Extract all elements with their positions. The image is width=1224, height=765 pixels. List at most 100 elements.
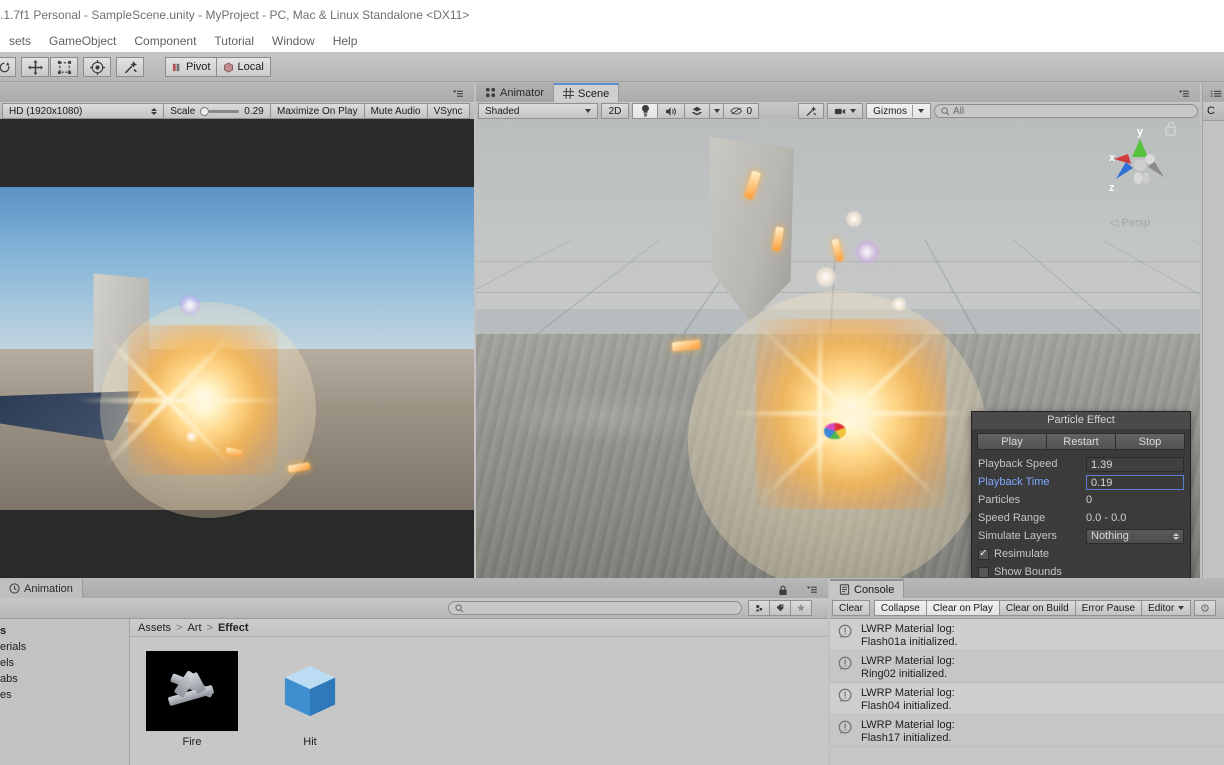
projection-mode-label: ◁ Persp bbox=[1110, 217, 1151, 229]
unity-editor-window: .1.7f1 Personal - SampleScene.unity - My… bbox=[0, 0, 1224, 765]
gizmo-z-label: z bbox=[1109, 182, 1115, 194]
console-clear-on-build-toggle[interactable]: Clear on Build bbox=[998, 600, 1076, 616]
console-clear-on-play-toggle[interactable]: Clear on Play bbox=[925, 600, 1000, 616]
vsync-toggle[interactable]: VSync bbox=[426, 103, 470, 119]
scene-panel-menu-icon[interactable] bbox=[1170, 86, 1196, 102]
show-bounds-row[interactable]: Show Bounds bbox=[972, 563, 1190, 578]
toggle-2d-button[interactable]: 2D bbox=[601, 103, 629, 119]
right-panel-menu-icon[interactable] bbox=[1204, 86, 1224, 102]
camera-icon[interactable] bbox=[827, 103, 864, 119]
menu-item-gameobject[interactable]: GameObject bbox=[40, 32, 125, 50]
asset-item-fire[interactable]: Fire bbox=[144, 651, 240, 748]
pivot-toggle[interactable]: Pivot bbox=[165, 57, 218, 77]
simulate-layers-row: Simulate Layers Nothing bbox=[972, 527, 1190, 545]
game-sparkle-purple bbox=[179, 294, 201, 316]
menu-item-help[interactable]: Help bbox=[324, 32, 367, 50]
scale-slider[interactable]: Scale 0.29 bbox=[163, 103, 271, 119]
project-content-area: Assets > Art > Effect Fire Hit bbox=[130, 619, 828, 765]
breadcrumb-art[interactable]: Art bbox=[187, 622, 201, 634]
project-lock-icon[interactable] bbox=[772, 582, 794, 598]
console-log-list[interactable]: LWRP Material log: Flash01a initialized.… bbox=[830, 619, 1224, 765]
tree-item-scenes[interactable]: es bbox=[0, 687, 129, 703]
game-panel-menu-icon[interactable] bbox=[444, 86, 470, 102]
handle-space-toggle[interactable]: Local bbox=[217, 57, 271, 77]
draw-mode-dropdown[interactable]: Shaded bbox=[478, 103, 598, 119]
scene-render-area[interactable]: y x z ◁ Persp Particle Effect Play Resta… bbox=[476, 119, 1200, 578]
asset-label-fire: Fire bbox=[182, 736, 202, 748]
project-search-input[interactable] bbox=[448, 601, 742, 615]
right-panel-tab-row bbox=[1203, 82, 1224, 102]
playback-speed-input[interactable]: 1.39 bbox=[1086, 456, 1184, 472]
breadcrumb-assets[interactable]: Assets bbox=[138, 622, 171, 634]
console-log-row[interactable]: LWRP Material log: Flash17 initialized. bbox=[830, 715, 1224, 747]
tree-item-materials[interactable]: erials bbox=[0, 639, 129, 655]
resimulate-label: Resimulate bbox=[994, 548, 1050, 560]
console-log-row[interactable]: LWRP Material log: Flash01a initialized. bbox=[830, 619, 1224, 651]
hidden-objects-toggle[interactable]: 0 bbox=[723, 103, 759, 119]
show-bounds-checkbox[interactable] bbox=[978, 566, 989, 578]
custom-tool-button[interactable] bbox=[116, 57, 144, 77]
gizmo-x-label: x bbox=[1109, 152, 1116, 164]
move-tool-button[interactable] bbox=[21, 57, 49, 77]
asset-filter-icon[interactable] bbox=[748, 600, 770, 616]
scene-orientation-gizmo[interactable]: y x z ◁ Persp bbox=[1092, 121, 1188, 229]
game-ray-h bbox=[78, 398, 284, 403]
scale-value: 0.29 bbox=[244, 105, 264, 117]
label-filter-icon[interactable] bbox=[769, 600, 791, 616]
console-clear-button[interactable]: Clear bbox=[832, 600, 870, 616]
draw-mode-value: Shaded bbox=[485, 105, 520, 117]
menu-item-tutorial[interactable]: Tutorial bbox=[205, 32, 263, 50]
asset-item-hit[interactable]: Hit bbox=[262, 651, 358, 748]
mute-audio-toggle[interactable]: Mute Audio bbox=[363, 103, 428, 119]
project-toolbar bbox=[0, 598, 828, 619]
favorite-icon[interactable] bbox=[790, 600, 812, 616]
aspect-ratio-value: HD (1920x1080) bbox=[9, 105, 83, 117]
console-toolbar: Clear Collapse Clear on Play Clear on Bu… bbox=[830, 598, 1224, 619]
breadcrumb-effect[interactable]: Effect bbox=[218, 622, 249, 634]
console-log-row[interactable]: LWRP Material log: Ring02 initialized. bbox=[830, 651, 1224, 683]
menu-item-component[interactable]: Component bbox=[125, 32, 205, 50]
gizmos-dropdown[interactable]: Gizmos bbox=[866, 103, 931, 119]
info-icon bbox=[838, 720, 852, 734]
game-spark-3 bbox=[186, 431, 197, 442]
project-panel-menu-icon[interactable] bbox=[798, 582, 824, 598]
console-error-pause-toggle[interactable]: Error Pause bbox=[1074, 600, 1143, 616]
effects-dropdown-arrow-icon[interactable] bbox=[709, 103, 724, 119]
particle-stop-button[interactable]: Stop bbox=[1116, 433, 1185, 450]
particle-restart-button[interactable]: Restart bbox=[1047, 433, 1116, 450]
resimulate-row[interactable]: ✓ Resimulate bbox=[972, 545, 1190, 563]
effects-icon[interactable] bbox=[684, 103, 710, 119]
game-render-area[interactable] bbox=[0, 119, 474, 578]
speaker-icon[interactable] bbox=[657, 103, 685, 119]
lighting-icon[interactable] bbox=[632, 103, 658, 119]
aspect-ratio-dropdown[interactable]: HD (1920x1080) bbox=[2, 103, 164, 119]
console-log-line1: LWRP Material log: bbox=[861, 719, 955, 731]
rect-tool-button[interactable] bbox=[50, 57, 78, 77]
tab-animation[interactable]: Animation bbox=[0, 579, 83, 598]
console-editor-dropdown[interactable]: Editor bbox=[1141, 600, 1192, 616]
tree-item-assets[interactable]: s bbox=[0, 623, 129, 639]
tree-item-models[interactable]: els bbox=[0, 655, 129, 671]
tree-item-prefabs[interactable]: abs bbox=[0, 671, 129, 687]
console-log-row[interactable]: LWRP Material log: Flash04 initialized. bbox=[830, 683, 1224, 715]
tab-console[interactable]: Console bbox=[830, 579, 905, 598]
scene-tools-icon[interactable] bbox=[798, 103, 825, 119]
console-collapse-toggle[interactable]: Collapse bbox=[873, 600, 927, 616]
right-clipped-panel: C bbox=[1202, 82, 1224, 578]
simulate-layers-dropdown[interactable]: Nothing bbox=[1086, 528, 1184, 544]
menu-item-window[interactable]: Window bbox=[263, 32, 324, 50]
maximize-on-play-toggle[interactable]: Maximize On Play bbox=[270, 103, 365, 119]
tab-scene[interactable]: Scene bbox=[554, 83, 620, 102]
tab-animator[interactable]: Animator bbox=[476, 83, 555, 102]
hidden-count: 0 bbox=[746, 105, 752, 117]
menu-item-assets[interactable]: sets bbox=[0, 32, 40, 50]
particles-value: 0 bbox=[1086, 494, 1093, 506]
particle-play-button[interactable]: Play bbox=[977, 433, 1047, 450]
scene-search-input[interactable]: All bbox=[934, 104, 1198, 118]
rotate-tool-button[interactable] bbox=[0, 57, 16, 77]
console-info-count-icon[interactable] bbox=[1194, 600, 1217, 616]
playback-time-row: Playback Time 0.19 bbox=[972, 473, 1190, 491]
resimulate-checkbox[interactable]: ✓ bbox=[978, 548, 989, 560]
transform-tool-button[interactable] bbox=[83, 57, 111, 77]
playback-time-input[interactable]: 0.19 bbox=[1086, 474, 1184, 490]
